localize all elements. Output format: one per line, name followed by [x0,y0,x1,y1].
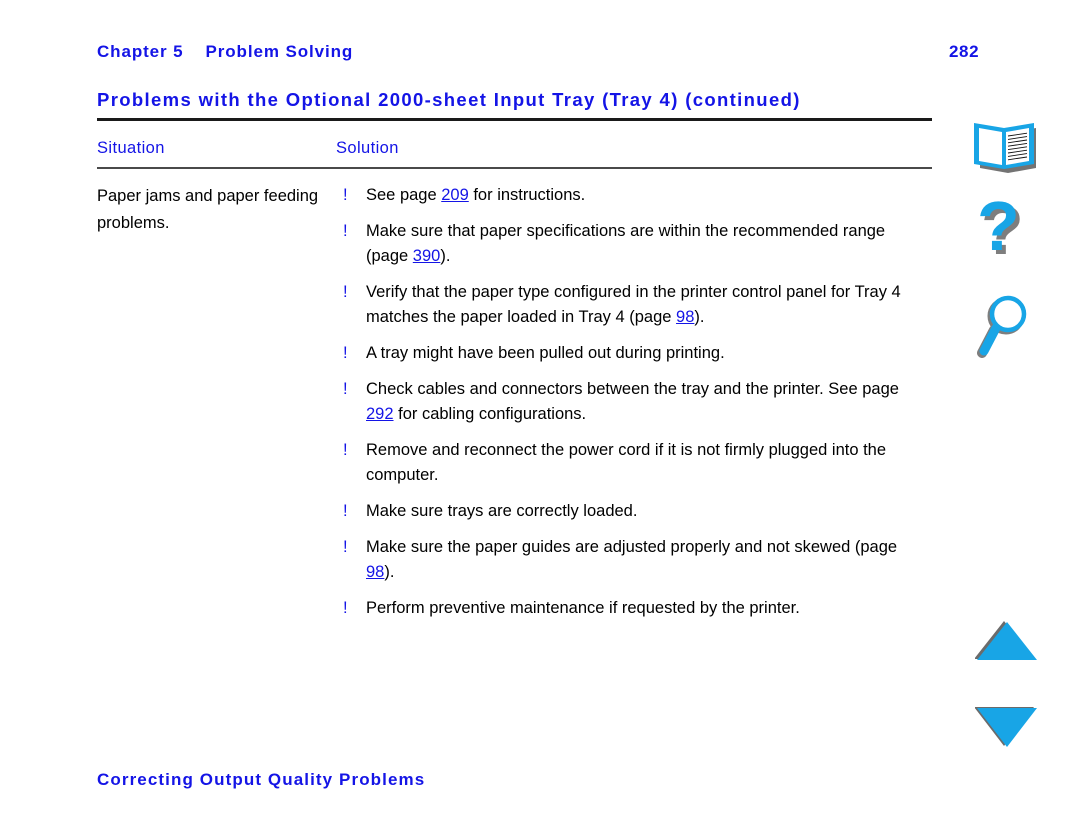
arrow-up-icon[interactable] [975,620,1075,664]
situation-cell: Paper jams and paper feeding problems. [97,187,319,232]
chapter-title: Problem Solving [205,42,354,61]
solution-bullet-item: ! Check cables and connectors between the… [336,377,926,427]
arrow-down-icon[interactable] [975,705,1075,749]
page-cross-reference-link[interactable]: 390 [413,247,441,265]
text-run: ). [440,247,451,265]
solution-bullet-text: A tray might have been pulled out during… [366,344,725,362]
solution-bullet-item: ! Remove and reconnect the power cord if … [336,438,926,488]
column-header-situation: Situation [97,139,165,157]
section-title: Problems with the Optional 2000-sheet In… [97,89,801,110]
solution-bullet-text: See page 209 for instructions. [366,186,585,204]
running-header: Chapter 5 Problem Solving 282 [97,42,979,68]
svg-text:?: ? [977,198,1020,265]
book-icon[interactable] [969,120,1069,176]
text-run: A tray might have been pulled out during… [366,344,725,362]
navigation-icon-rail: ? ? [955,0,1080,834]
text-run: Verify that the paper type configured in… [366,283,901,326]
solution-bullet-item: ! Perform preventive maintenance if reque… [336,596,926,621]
bullet-marker-icon: ! [343,283,348,301]
question-mark-icon[interactable]: ? ? [973,198,1073,272]
magnifier-icon[interactable] [973,290,1073,360]
solution-bullet-item: ! Make sure trays are correctly loaded. [336,499,926,524]
bullet-marker-icon: ! [343,222,348,240]
bullet-marker-icon: ! [343,441,348,459]
bullet-marker-icon: ! [343,538,348,556]
solution-cell: ! See page 209 for instructions.! Make sur… [336,183,926,621]
bullet-marker-icon: ! [343,502,348,520]
text-run: Perform preventive maintenance if reques… [366,599,800,617]
solution-bullet-text: Make sure that paper specifications are … [366,222,885,265]
running-header-left: Chapter 5 Problem Solving [97,42,353,62]
footer-section-title: Correcting Output Quality Problems [97,770,426,789]
solution-bullet-item: ! Make sure that paper specifications are… [336,219,926,269]
solution-bullet-text: Remove and reconnect the power cord if i… [366,441,886,484]
text-run: Make sure the paper guides are adjusted … [366,538,898,556]
text-run: See page [366,186,442,204]
page-cross-reference-link[interactable]: 98 [676,308,694,326]
solution-bullet-text: Perform preventive maintenance if reques… [366,599,800,617]
text-run: for instructions. [468,186,586,204]
solution-bullet-text: Make sure trays are correctly loaded. [366,502,637,520]
bullet-marker-icon: ! [343,186,348,204]
solution-bullet-item: ! A tray might have been pulled out durin… [336,341,926,366]
page-canvas: Chapter 5 Problem Solving 282 Problems wi… [0,0,1080,834]
text-run: Check cables and connectors between the … [366,380,899,398]
header-rule-thin [97,167,932,169]
solution-bullet-text: Make sure the paper guides are adjusted … [366,538,897,581]
solution-bullet-item: ! See page 209 for instructions. [336,183,926,208]
text-run: Make sure trays are correctly loaded. [366,502,638,520]
solution-bullet-item: ! Make sure the paper guides are adjusted… [336,535,926,585]
solution-bullet-text: Verify that the paper type configured in… [366,283,901,326]
header-rule-thick [97,118,932,121]
solution-bullet-text: Check cables and connectors between the … [366,380,899,423]
page-cross-reference-link[interactable]: 209 [441,186,469,204]
page-cross-reference-link[interactable]: 98 [366,563,384,581]
text-run: ). [384,563,395,581]
bullet-marker-icon: ! [343,599,348,617]
bullet-marker-icon: ! [343,344,348,362]
column-header-solution: Solution [336,139,399,157]
chapter-label: Chapter 5 [97,42,184,61]
solution-bullet-item: ! Verify that the paper type configured i… [336,280,926,330]
text-run: Remove and reconnect the power cord if i… [366,441,887,484]
text-run: for cabling configurations. [393,405,587,423]
page-cross-reference-link[interactable]: 292 [366,405,394,423]
bullet-marker-icon: ! [343,380,348,398]
text-run: ). [694,308,705,326]
